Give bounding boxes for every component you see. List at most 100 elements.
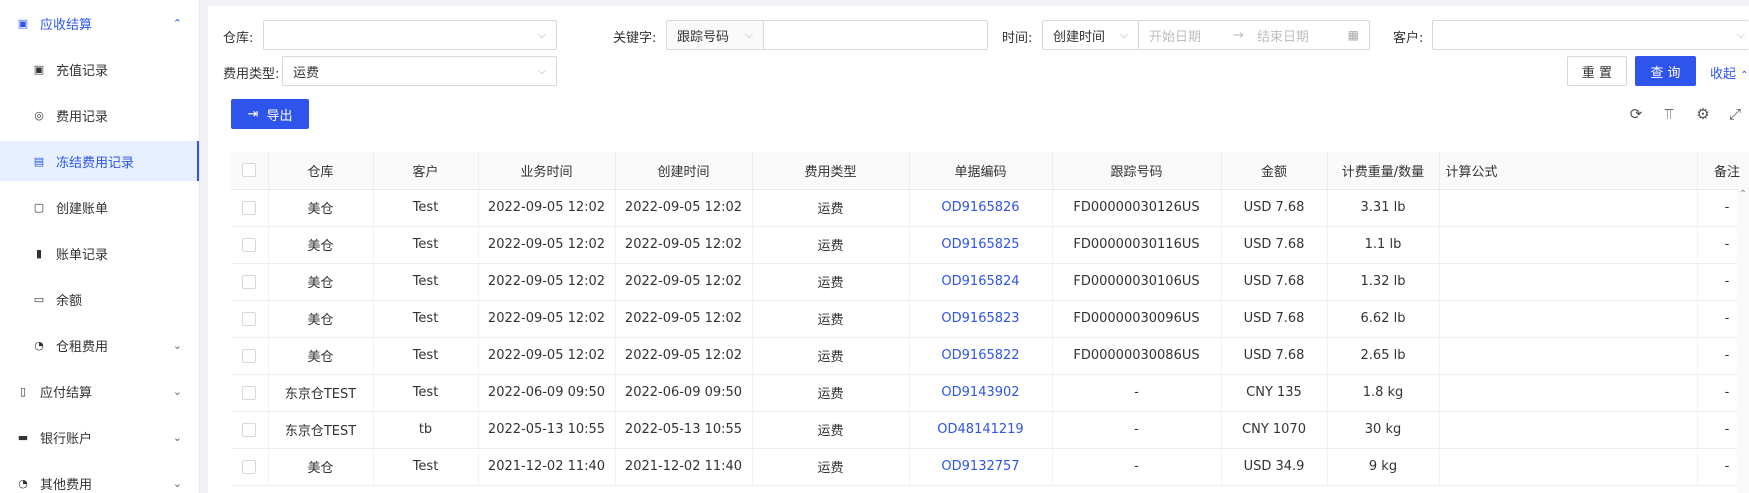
sidebar-item[interactable]: ▣ 应收结算 ⌃ [0, 3, 199, 43]
row-checkbox[interactable] [242, 385, 257, 400]
table-cell: OD9132757 [909, 448, 1053, 486]
collapse-link[interactable]: 收起 ⌃ [1710, 63, 1749, 82]
row-checkbox[interactable] [242, 237, 257, 252]
chevron-down-icon[interactable]: ⌄ [173, 339, 182, 352]
row-checkbox[interactable] [242, 422, 257, 437]
table-cell: 2.65 lb [1327, 337, 1440, 375]
chevron-down-icon[interactable]: ⌄ [173, 477, 182, 490]
keyword-type-select[interactable]: 跟踪号码 ⌵ [666, 20, 764, 50]
record-icon: ▮ [35, 246, 43, 260]
select-all-checkbox[interactable] [242, 163, 257, 178]
row-checkbox-cell[interactable] [231, 189, 269, 227]
document-code-link[interactable]: OD9165824 [941, 274, 1019, 289]
customer-select[interactable]: ⌵ [1432, 20, 1749, 50]
chevron-up-icon[interactable]: ⌃ [173, 17, 182, 30]
calendar-icon: ▦ [1347, 28, 1359, 42]
reset-button[interactable]: 重 置 [1567, 56, 1627, 86]
row-checkbox-cell[interactable] [231, 300, 269, 338]
row-checkbox-cell[interactable] [231, 226, 269, 264]
sidebar-item[interactable]: ▭ 余额 [0, 279, 199, 319]
sidebar-item[interactable]: ◔ 其他费用 ⌄ [0, 463, 199, 493]
row-checkbox-cell[interactable] [231, 448, 269, 486]
column-height-icon[interactable]: ⫪ [1659, 104, 1679, 124]
date-range-picker[interactable]: 开始日期 → 结束日期 ▦ [1138, 20, 1370, 50]
query-button[interactable]: 查 询 [1635, 56, 1696, 86]
export-icon: ⇥ [247, 106, 259, 122]
sidebar-item[interactable]: ▤ 冻结费用记录 [0, 141, 199, 181]
row-checkbox[interactable] [242, 348, 257, 363]
table-cell: 运费 [752, 411, 910, 449]
table-cell: 1.1 lb [1327, 226, 1440, 264]
chevron-down-icon: ⌵ [537, 28, 546, 41]
document-code-link[interactable]: OD9165825 [941, 237, 1019, 252]
column-header: 备注 [1697, 152, 1749, 190]
table-cell: OD9143902 [909, 374, 1053, 412]
sidebar-item[interactable]: ▣ 充值记录 [0, 49, 199, 89]
scroll-up-icon[interactable]: ⌃ [1737, 189, 1749, 203]
sidebar-item[interactable]: ◎ 费用记录 [0, 95, 199, 135]
row-checkbox[interactable] [242, 311, 257, 326]
fee-type-label: 费用类型: [223, 67, 280, 82]
row-checkbox-cell[interactable] [231, 374, 269, 412]
other-fee-icon: ◔ [18, 476, 28, 490]
bill-icon: ▢ [33, 200, 45, 214]
keyword-input[interactable] [763, 20, 988, 50]
table-cell: 美仓 [268, 337, 374, 375]
row-checkbox[interactable] [242, 200, 257, 215]
table-cell: 2021-12-02 11:40 [478, 448, 616, 486]
document-code-link[interactable]: OD9165826 [941, 200, 1019, 215]
table-cell: Test [373, 374, 479, 412]
sidebar-item[interactable]: ▮ 账单记录 [0, 233, 199, 273]
chevron-down-icon: ⌵ [744, 28, 753, 41]
sidebar: ▣ 应收结算 ⌃ ▣ 充值记录 ◎ 费用记录 ▤ 冻结费用记录 ▢ 创建账单 ▮ 账单记录 ▭ 余额 ◔ 仓租费… [0, 0, 200, 493]
table-cell: 2022-09-05 12:02 [615, 337, 753, 375]
row-checkbox-cell[interactable] [231, 337, 269, 375]
table-cell: 运费 [752, 226, 910, 264]
table-cell: Test [373, 448, 479, 486]
table-cell: 美仓 [268, 300, 374, 338]
table-cell: OD48141219 [909, 411, 1053, 449]
document-code-link[interactable]: OD9165823 [941, 311, 1019, 326]
collapse-label: 收起 [1710, 67, 1737, 82]
fee-type-select[interactable]: 运费 ⌵ [282, 56, 557, 86]
chevron-down-icon[interactable]: ⌄ [173, 385, 182, 398]
fullscreen-icon[interactable]: ⤢ [1725, 104, 1745, 124]
table-cell [1439, 263, 1698, 301]
table-cell: 2022-06-09 09:50 [478, 374, 616, 412]
sidebar-item[interactable]: ▬ 银行账户 ⌄ [0, 417, 199, 457]
row-checkbox[interactable] [242, 459, 257, 474]
vertical-scrollbar[interactable]: ⌃ [1737, 189, 1749, 493]
row-checkbox[interactable] [242, 274, 257, 289]
chevron-up-icon: ⌃ [1740, 70, 1749, 81]
table-cell: USD 7.68 [1221, 263, 1328, 301]
table-cell: USD 7.68 [1221, 300, 1328, 338]
table-cell [1439, 226, 1698, 264]
export-label: 导出 [266, 108, 293, 124]
table-row: 美仓 Test 2022-09-05 12:02 2022-09-05 12:02 运费… [231, 189, 1749, 227]
time-type-select[interactable]: 创建时间 ⌵ [1042, 20, 1139, 50]
table-cell [1439, 411, 1698, 449]
table-cell: USD 7.68 [1221, 337, 1328, 375]
arrow-right-icon: → [1233, 27, 1244, 43]
ticket-icon: ▣ [33, 62, 45, 76]
row-checkbox-cell[interactable] [231, 263, 269, 301]
row-checkbox-cell[interactable] [231, 411, 269, 449]
table-cell: 2022-09-05 12:02 [478, 226, 616, 264]
table-cell: CNY 135 [1221, 374, 1328, 412]
sidebar-item[interactable]: ▯ 应付结算 ⌄ [0, 371, 199, 411]
document-code-link[interactable]: OD9132757 [941, 459, 1019, 474]
gear-icon[interactable]: ⚙ [1693, 104, 1713, 124]
sidebar-item[interactable]: ▢ 创建账单 [0, 187, 199, 227]
document-code-link[interactable]: OD9165822 [941, 348, 1019, 363]
warehouse-select[interactable]: ⌵ [263, 20, 557, 50]
document-code-link[interactable]: OD9143902 [941, 385, 1019, 400]
document-code-link[interactable]: OD48141219 [937, 422, 1023, 437]
select-all-checkbox-cell[interactable] [231, 152, 269, 190]
sidebar-item[interactable]: ◔ 仓租费用 ⌄ [0, 325, 199, 365]
table-cell: 美仓 [268, 189, 374, 227]
table-cell [1439, 448, 1698, 486]
table-cell: 2021-12-02 11:40 [615, 448, 753, 486]
refresh-icon[interactable]: ⟳ [1626, 104, 1646, 124]
export-button[interactable]: ⇥ 导出 [231, 99, 309, 129]
chevron-down-icon[interactable]: ⌄ [173, 431, 182, 444]
